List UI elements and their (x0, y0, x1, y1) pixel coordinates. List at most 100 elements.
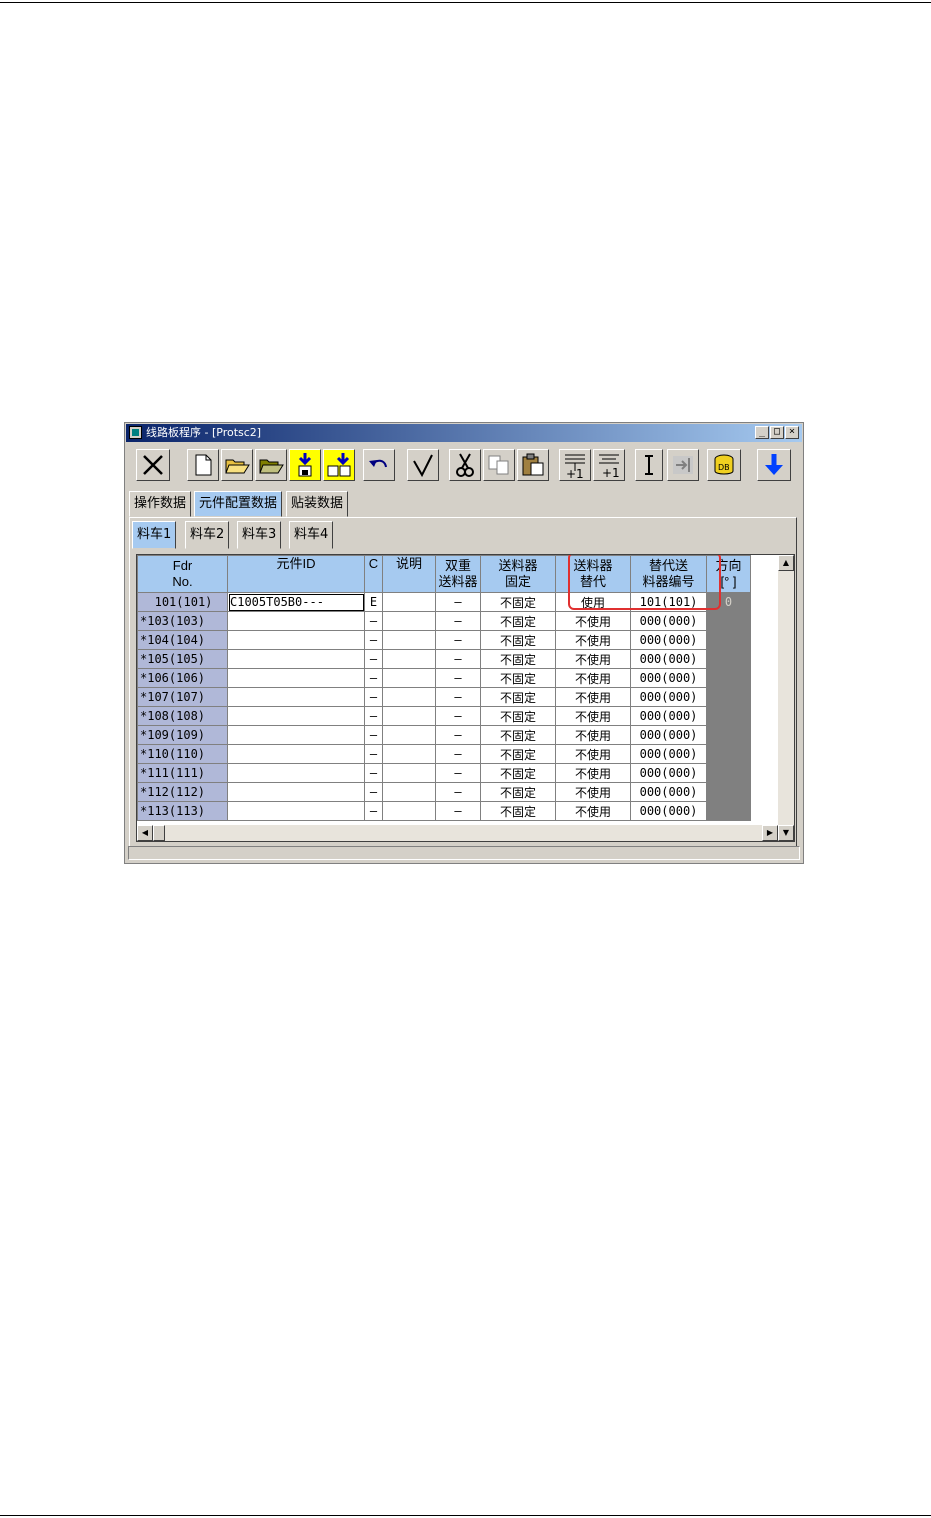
dual-feeder-cell[interactable]: – (435, 592, 481, 612)
header-direction[interactable]: 方向 [° ] (706, 555, 751, 593)
feeder-fixed-cell[interactable]: 不固定 (480, 649, 556, 669)
c-cell[interactable]: – (364, 725, 383, 745)
feeder-alt-cell[interactable]: 使用 (555, 592, 631, 612)
database-button[interactable]: DB (707, 449, 741, 481)
c-cell[interactable]: – (364, 630, 383, 650)
direction-cell[interactable] (706, 801, 751, 821)
fdr-cell[interactable]: 101(101) (137, 592, 228, 612)
scroll-down-button[interactable]: ▼ (778, 825, 794, 841)
c-cell[interactable]: – (364, 801, 383, 821)
direction-cell[interactable] (706, 687, 751, 707)
scroll-left-button[interactable]: ◀ (137, 825, 153, 841)
dual-feeder-cell[interactable]: – (435, 611, 481, 631)
fdr-cell[interactable]: *111(111) (137, 763, 228, 783)
undo-button[interactable] (363, 449, 395, 481)
feeder-alt-cell[interactable]: 不使用 (555, 782, 631, 802)
alt-feeder-no-cell[interactable]: 101(101) (630, 592, 707, 612)
direction-cell[interactable] (706, 782, 751, 802)
header-feeder-alt[interactable]: 送料器 替代 (555, 555, 631, 593)
download-button[interactable] (757, 449, 791, 481)
description-cell[interactable] (382, 725, 436, 745)
feeder-fixed-cell[interactable]: 不固定 (480, 801, 556, 821)
description-cell[interactable] (382, 611, 436, 631)
direction-cell[interactable] (706, 725, 751, 745)
horizontal-scroll-thumb[interactable] (153, 825, 165, 841)
c-cell[interactable]: – (364, 687, 383, 707)
description-cell[interactable] (382, 592, 436, 612)
fdr-cell[interactable]: *106(106) (137, 668, 228, 688)
alt-feeder-no-cell[interactable]: 000(000) (630, 611, 707, 631)
feeder-alt-cell[interactable]: 不使用 (555, 744, 631, 764)
part-id-cell[interactable] (227, 744, 365, 764)
fdr-cell[interactable]: *105(105) (137, 649, 228, 669)
c-cell[interactable]: – (364, 782, 383, 802)
table-row[interactable]: *107(107) – – 不固定 不使用 000(000) (137, 687, 751, 707)
copy-button[interactable] (483, 449, 515, 481)
part-id-cell[interactable] (227, 706, 365, 726)
fdr-cell[interactable]: *108(108) (137, 706, 228, 726)
table-row[interactable]: *112(112) – – 不固定 不使用 000(000) (137, 782, 751, 802)
scroll-up-button[interactable]: ▲ (778, 555, 794, 571)
table-row[interactable]: *109(109) – – 不固定 不使用 000(000) (137, 725, 751, 745)
insert-plus-one-alt-button[interactable]: +1 (593, 449, 625, 481)
table-row[interactable]: *106(106) – – 不固定 不使用 000(000) (137, 668, 751, 688)
tab-component-config[interactable]: 元件配置数据 (194, 491, 283, 517)
dual-feeder-cell[interactable]: – (435, 687, 481, 707)
c-cell[interactable]: – (364, 706, 383, 726)
part-id-cell[interactable] (227, 630, 365, 650)
alt-feeder-no-cell[interactable]: 000(000) (630, 668, 707, 688)
part-id-cell[interactable] (227, 725, 365, 745)
alt-feeder-no-cell[interactable]: 000(000) (630, 744, 707, 764)
tab-cart-3[interactable]: 料车3 (237, 521, 282, 549)
description-cell[interactable] (382, 782, 436, 802)
feeder-fixed-cell[interactable]: 不固定 (480, 630, 556, 650)
table-row[interactable]: *103(103) – – 不固定 不使用 000(000) (137, 611, 751, 631)
check-button[interactable] (407, 449, 439, 481)
part-id-cell[interactable] (227, 668, 365, 688)
goto-end-button[interactable] (667, 449, 699, 481)
alt-feeder-no-cell[interactable]: 000(000) (630, 687, 707, 707)
description-cell[interactable] (382, 801, 436, 821)
dual-feeder-cell[interactable]: – (435, 649, 481, 669)
direction-cell[interactable] (706, 744, 751, 764)
fdr-cell[interactable]: *107(107) (137, 687, 228, 707)
feeder-fixed-cell[interactable]: 不固定 (480, 592, 556, 612)
c-cell[interactable]: – (364, 649, 383, 669)
table-row[interactable]: *113(113) – – 不固定 不使用 000(000) (137, 801, 751, 821)
table-row[interactable]: *108(108) – – 不固定 不使用 000(000) (137, 706, 751, 726)
fdr-cell[interactable]: *109(109) (137, 725, 228, 745)
feeder-alt-cell[interactable]: 不使用 (555, 630, 631, 650)
part-id-cell[interactable] (227, 687, 365, 707)
feeder-alt-cell[interactable]: 不使用 (555, 687, 631, 707)
new-file-button[interactable] (187, 449, 219, 481)
feeder-fixed-cell[interactable]: 不固定 (480, 725, 556, 745)
open-button[interactable] (221, 449, 253, 481)
save-all-button[interactable] (323, 449, 355, 481)
c-cell[interactable]: – (364, 763, 383, 783)
alt-feeder-no-cell[interactable]: 000(000) (630, 763, 707, 783)
fdr-cell[interactable]: *103(103) (137, 611, 228, 631)
direction-cell[interactable] (706, 706, 751, 726)
part-id-cell[interactable] (227, 782, 365, 802)
dual-feeder-cell[interactable]: – (435, 725, 481, 745)
dual-feeder-cell[interactable]: – (435, 763, 481, 783)
feeder-alt-cell[interactable]: 不使用 (555, 801, 631, 821)
feeder-fixed-cell[interactable]: 不固定 (480, 782, 556, 802)
header-feeder-fixed[interactable]: 送料器 固定 (480, 555, 556, 593)
part-id-cell[interactable] (227, 649, 365, 669)
maximize-button[interactable]: □ (770, 426, 784, 439)
dual-feeder-cell[interactable]: – (435, 801, 481, 821)
part-id-cell[interactable]: C1005T05B0--- (227, 592, 365, 612)
insert-plus-one-button[interactable]: +1 (559, 449, 591, 481)
alt-feeder-no-cell[interactable]: 000(000) (630, 782, 707, 802)
alt-feeder-no-cell[interactable]: 000(000) (630, 725, 707, 745)
direction-cell[interactable] (706, 649, 751, 669)
description-cell[interactable] (382, 668, 436, 688)
feeder-alt-cell[interactable]: 不使用 (555, 763, 631, 783)
exit-button[interactable] (136, 449, 170, 481)
feeder-alt-cell[interactable]: 不使用 (555, 706, 631, 726)
feeder-fixed-cell[interactable]: 不固定 (480, 706, 556, 726)
close-window-button[interactable]: × (785, 426, 799, 439)
c-cell[interactable]: E (364, 592, 383, 612)
alt-feeder-no-cell[interactable]: 000(000) (630, 706, 707, 726)
